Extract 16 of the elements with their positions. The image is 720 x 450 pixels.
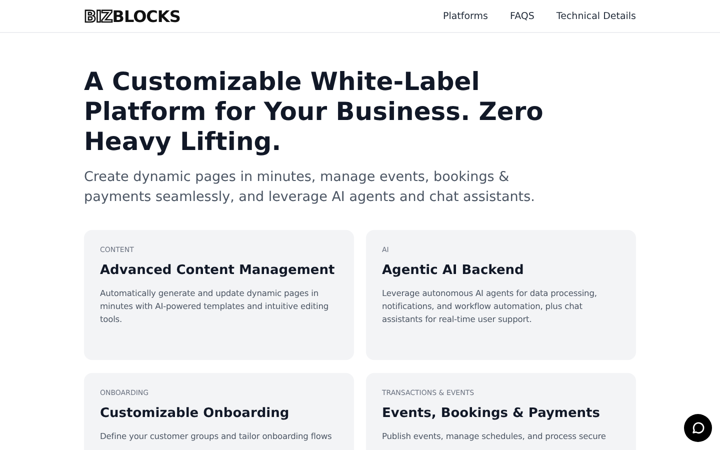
card-description: Define your customer groups and tailor onboarding flows: [100, 430, 333, 443]
card-title: Advanced Content Management: [100, 263, 336, 278]
card-title: Customizable Onboarding: [100, 406, 290, 421]
card-description: Publish events, manage schedules, and process secure: [382, 430, 607, 443]
nav-link[interactable]: Platforms: [442, 10, 488, 22]
hero-subtitle: Create dynamic pages in minutes, manage events, bookings & payments seamlessly, and leverage AI agents and chat assistants.: [84, 168, 536, 207]
card-description: Leverage autonomous AI agents for data processing, notifications, and workflow automation, plus chat assistants for real-time user support.: [382, 287, 598, 326]
nav-link[interactable]: Technical Details: [556, 10, 636, 22]
chat-button[interactable]: [684, 414, 712, 442]
card-title: Agentic AI Backend: [382, 263, 525, 278]
nav-link[interactable]: FAQS: [510, 10, 534, 22]
logo[interactable]: BIZBLOCKS: [84, 6, 180, 26]
card-title: Events, Bookings & Payments: [382, 406, 601, 421]
card-description: Automatically generate and update dynamic pages in minutes with AI-powered templates and intuitive editing tools.: [100, 287, 330, 326]
hero-title: A Customizable White-Label Platform for Your Business. Zero Heavy Lifting.: [84, 67, 544, 157]
chat-bubble-icon: [691, 421, 705, 435]
